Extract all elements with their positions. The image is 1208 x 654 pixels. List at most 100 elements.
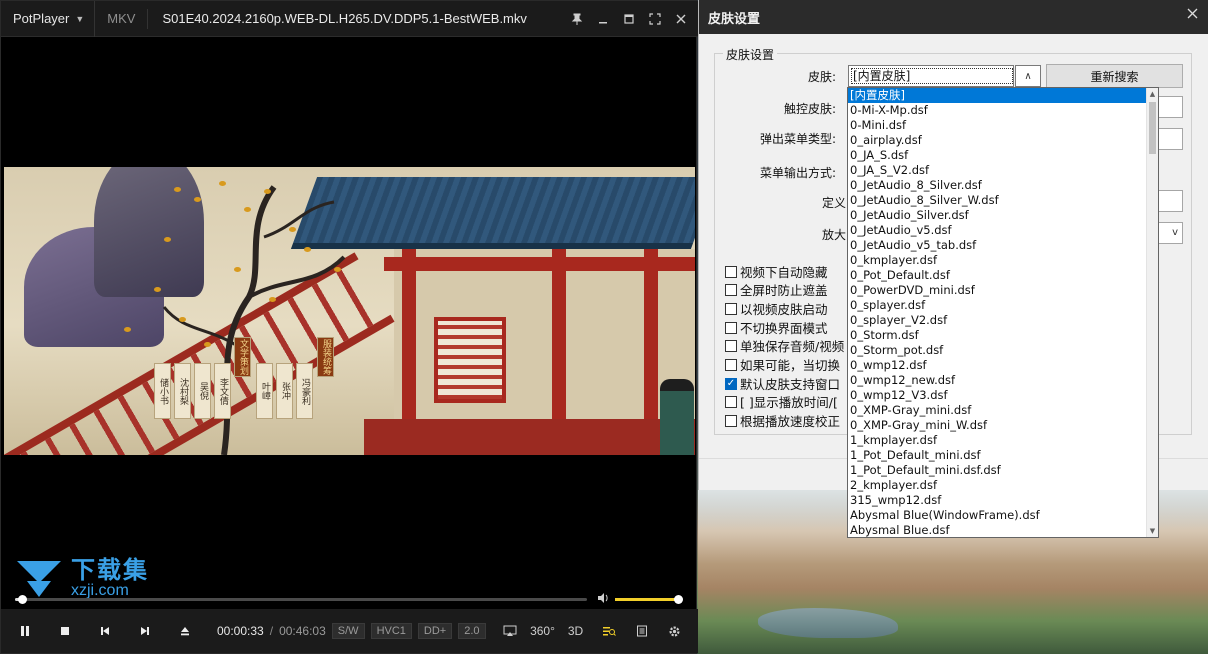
file-name: S01E40.2024.2160p.WEB-DL.H265.DV.DDP5.1-…: [162, 11, 527, 26]
3d-button[interactable]: 3D: [560, 616, 591, 646]
total-duration: 00:46:03: [279, 624, 326, 638]
chapter-list-icon[interactable]: [626, 616, 657, 646]
skin-option[interactable]: Abysmal Blue(WindowFrame).dsf: [848, 508, 1146, 523]
skin-option[interactable]: 0_airplay.dsf: [848, 133, 1146, 148]
checkbox-default-skin-window[interactable]: ✓ 默认皮肤支持窗口: [725, 374, 840, 393]
skin-option[interactable]: 0_wmp12_V3.dsf: [848, 388, 1146, 403]
skin-option[interactable]: [内置皮肤]: [848, 88, 1146, 103]
codec-tag-channels[interactable]: 2.0: [458, 623, 486, 639]
scroll-down-icon[interactable]: ▼: [1147, 525, 1158, 537]
skin-option[interactable]: 0_JA_S_V2.dsf: [848, 163, 1146, 178]
time-display: 00:00:33 / 00:46:03: [217, 624, 326, 638]
skin-option[interactable]: 0_PowerDVD_mini.dsf: [848, 283, 1146, 298]
rescan-button[interactable]: 重新搜索: [1046, 64, 1183, 88]
skin-option[interactable]: 0_JA_S.dsf: [848, 148, 1146, 163]
checkbox-box[interactable]: [725, 302, 737, 315]
stop-icon[interactable]: [45, 613, 85, 649]
skin-option[interactable]: 0_splayer.dsf: [848, 298, 1146, 313]
seek-bar[interactable]: [15, 595, 587, 604]
checkbox-box[interactable]: [725, 321, 737, 334]
skin-option[interactable]: 0_JetAudio_v5_tab.dsf: [848, 238, 1146, 253]
skin-option[interactable]: 0_XMP-Gray_mini.dsf: [848, 403, 1146, 418]
volume-slider[interactable]: [615, 595, 683, 604]
skin-option[interactable]: 0-Mini.dsf: [848, 118, 1146, 133]
skin-select[interactable]: [内置皮肤]: [848, 65, 1014, 87]
cast-icon[interactable]: [494, 616, 525, 646]
skin-option[interactable]: 1_Pot_Default_mini.dsf.dsf: [848, 463, 1146, 478]
skin-dropdown-list[interactable]: [内置皮肤] 0-Mi-X-Mp.dsf 0-Mini.dsf 0_airplay.d…: [847, 87, 1159, 538]
video-leaf: [234, 267, 241, 272]
settings-gear-icon[interactable]: [659, 616, 690, 646]
checkbox-box[interactable]: [725, 265, 737, 278]
skin-option[interactable]: 1_Pot_Default_mini.dsf: [848, 448, 1146, 463]
previous-icon[interactable]: [85, 613, 125, 649]
checkbox-box[interactable]: [725, 358, 737, 371]
vr360-button[interactable]: 360°: [527, 616, 558, 646]
skin-option[interactable]: 0_Pot_Default.dsf: [848, 268, 1146, 283]
video-leaf: [244, 207, 251, 212]
dialog-title[interactable]: 皮肤设置: [699, 0, 1208, 34]
checkbox-save-av-separately[interactable]: 单独保存音频/视频: [725, 336, 844, 355]
skin-option[interactable]: 0_Storm_pot.dsf: [848, 343, 1146, 358]
skin-option[interactable]: 0_JetAudio_v5.dsf: [848, 223, 1146, 238]
checkbox-box[interactable]: [725, 395, 737, 408]
video-credit-title: 文学策划: [234, 337, 251, 377]
skin-option[interactable]: 0_kmplayer.dsf: [848, 253, 1146, 268]
skin-option[interactable]: 0_JetAudio_8_Silver.dsf: [848, 178, 1146, 193]
close-icon[interactable]: [670, 8, 692, 30]
checkbox-video-skin-start[interactable]: 以视频皮肤启动: [725, 299, 828, 318]
pin-icon[interactable]: [566, 8, 588, 30]
chevron-up-icon[interactable]: ∧: [1015, 65, 1041, 87]
playlist-search-icon[interactable]: [593, 616, 624, 646]
skin-option[interactable]: 0_JetAudio_8_Silver_W.dsf: [848, 193, 1146, 208]
time-separator: /: [269, 624, 274, 638]
video-frame[interactable]: 储小书 沈村梨 吴倪 李文倩 文学策划 叶嶂 张冲 冯豪利 服装统筹: [4, 167, 695, 455]
volume-slider-thumb[interactable]: [674, 595, 683, 604]
skin-option[interactable]: 0_Storm.dsf: [848, 328, 1146, 343]
skin-option[interactable]: 0-Mi-X-Mp.dsf: [848, 103, 1146, 118]
right-tools: 360° 3D: [494, 609, 690, 653]
menu-output-label: 菜单输出方式:: [759, 166, 836, 180]
checkbox-box-checked[interactable]: ✓: [725, 377, 737, 390]
checkbox-show-time[interactable]: [ ]显示播放时间/[: [725, 392, 838, 411]
checkbox-box[interactable]: [725, 339, 737, 352]
potplayer-window: PotPlayer ▼ MKV S01E40.2024.2160p.WEB-DL…: [0, 0, 698, 654]
player-titlebar[interactable]: PotPlayer ▼ MKV S01E40.2024.2160p.WEB-DL…: [1, 0, 698, 37]
video-window: [434, 317, 506, 403]
codec-tag-audio[interactable]: DD+: [417, 623, 453, 639]
pause-icon[interactable]: [5, 613, 45, 649]
skin-option[interactable]: 0_wmp12_new.dsf: [848, 373, 1146, 388]
checkbox-if-possible[interactable]: 如果可能，当切换: [725, 355, 840, 374]
volume-icon[interactable]: [597, 592, 609, 607]
scroll-up-icon[interactable]: ▲: [1147, 88, 1158, 100]
fullscreen-icon[interactable]: [644, 8, 666, 30]
seek-bar-thumb[interactable]: [17, 595, 27, 604]
codec-tag-sw[interactable]: S/W: [331, 623, 365, 639]
skin-option[interactable]: 315_wmp12.dsf: [848, 493, 1146, 508]
skin-option[interactable]: Abysmal Blue.dsf: [848, 523, 1146, 537]
video-credit: 沈村梨: [174, 363, 191, 419]
checkbox-fullscreen-cover[interactable]: 全屏时防止遮盖: [725, 280, 828, 299]
checkbox-speed-correct[interactable]: 根据播放速度校正: [725, 411, 840, 430]
skin-option[interactable]: 0_splayer_V2.dsf: [848, 313, 1146, 328]
checkbox-box[interactable]: [725, 414, 737, 427]
skin-option[interactable]: 1_kmplayer.dsf: [848, 433, 1146, 448]
minimize-icon[interactable]: [592, 8, 614, 30]
desktop-background: PotPlayer ▼ MKV S01E40.2024.2160p.WEB-DL…: [0, 0, 1208, 654]
checkbox-box[interactable]: [725, 283, 737, 296]
skin-option[interactable]: 0_XMP-Gray_mini_W.dsf: [848, 418, 1146, 433]
scrollbar-thumb[interactable]: [1149, 102, 1156, 154]
dialog-close-icon[interactable]: [1187, 8, 1198, 23]
next-icon[interactable]: [125, 613, 165, 649]
dropdown-scrollbar[interactable]: ▲ ▼: [1146, 88, 1158, 537]
video-leaf: [124, 327, 131, 332]
checkbox-no-ui-switch[interactable]: 不切换界面模式: [725, 318, 828, 337]
maximize-icon[interactable]: [618, 8, 640, 30]
eject-icon[interactable]: [165, 613, 205, 649]
skin-option[interactable]: 2_kmplayer.dsf: [848, 478, 1146, 493]
codec-tag-video[interactable]: HVC1: [370, 623, 412, 639]
skin-option[interactable]: 0_wmp12.dsf: [848, 358, 1146, 373]
app-menu-button[interactable]: PotPlayer ▼: [1, 0, 96, 37]
checkbox-auto-hide[interactable]: 视频下自动隐藏: [725, 262, 828, 281]
skin-option[interactable]: 0_JetAudio_Silver.dsf: [848, 208, 1146, 223]
